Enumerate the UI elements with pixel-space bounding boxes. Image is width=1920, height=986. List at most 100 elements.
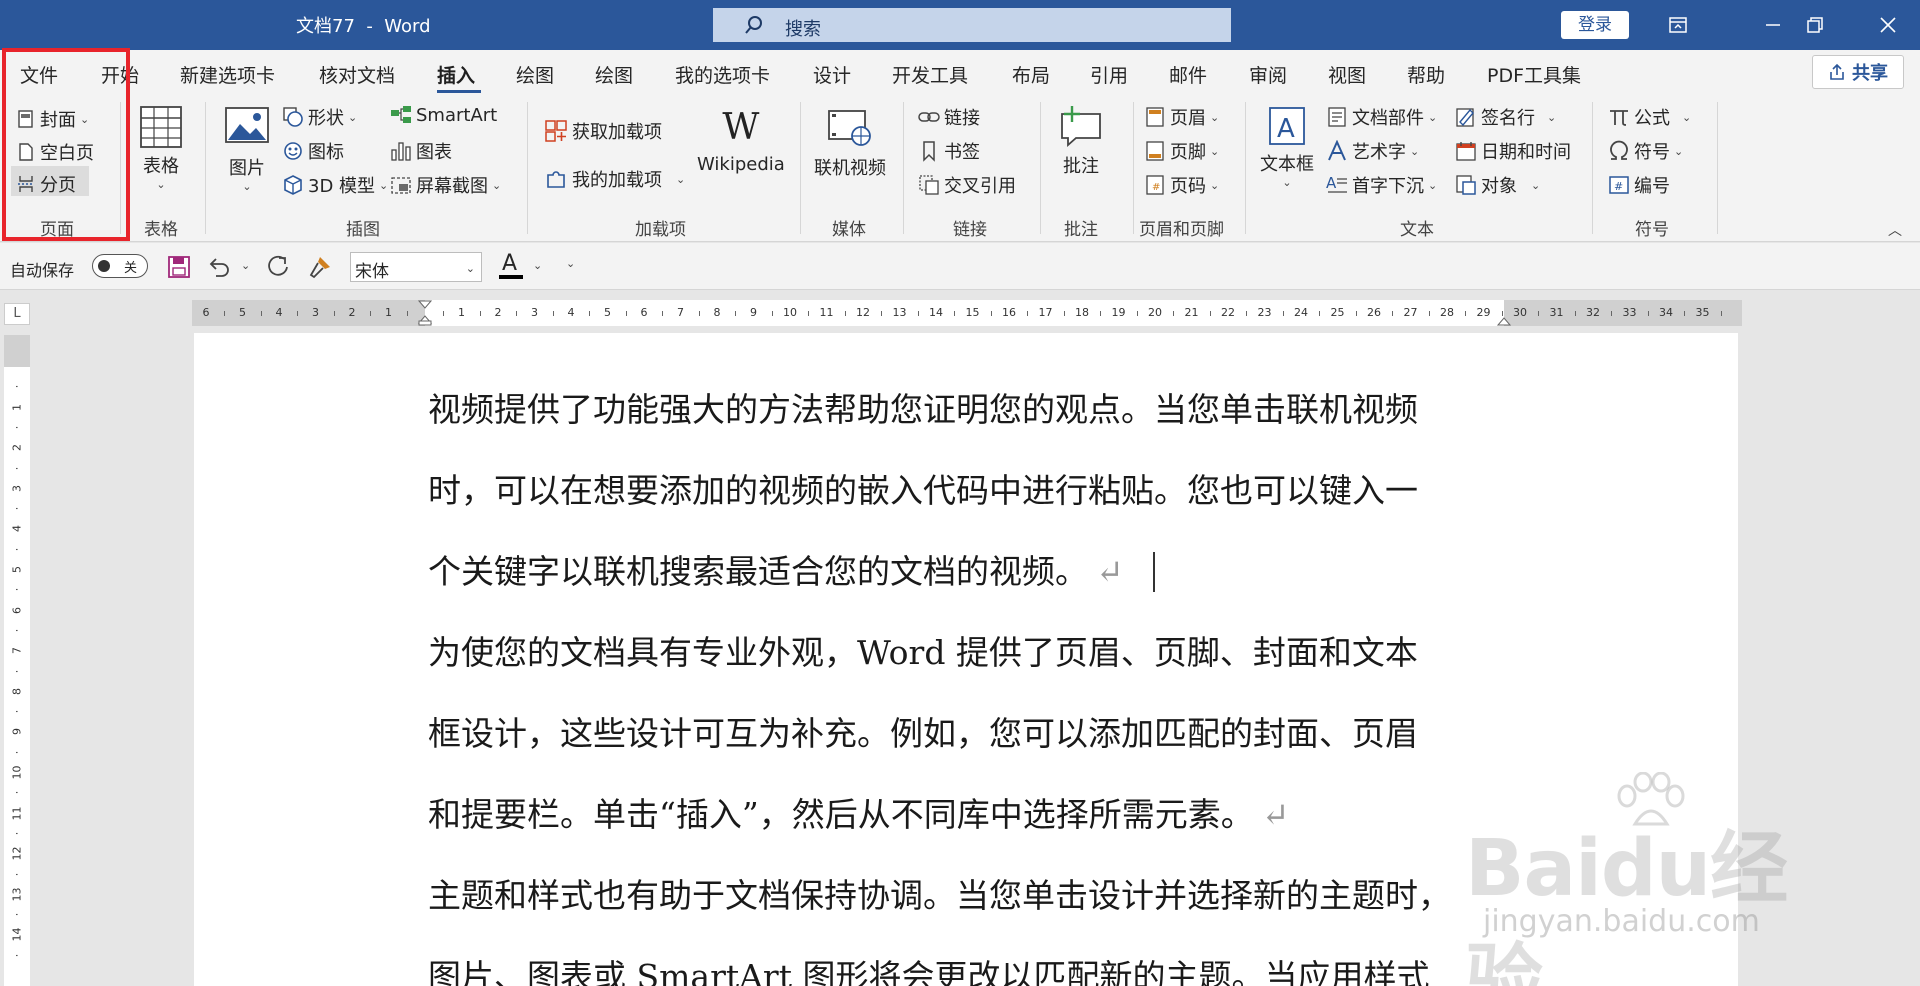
- chart-button[interactable]: 图表: [390, 138, 452, 164]
- document-line[interactable]: 为使您的文档具有专业外观，Word 提供了页眉、页脚、封面和文本: [428, 626, 1418, 674]
- tab-design[interactable]: 设计: [813, 61, 851, 88]
- ruler-number: 15: [965, 306, 980, 319]
- share-button[interactable]: 共享: [1812, 55, 1904, 89]
- bookmark-button[interactable]: 书签: [918, 138, 980, 164]
- page-number-button[interactable]: # 页码 ⌄: [1144, 172, 1219, 198]
- pictures-button[interactable]: 图片 ⌄: [224, 106, 270, 193]
- document-line[interactable]: 框设计，这些设计可互为补充。例如，您可以添加匹配的封面、页眉: [428, 707, 1418, 755]
- bar-chart-icon: [391, 142, 411, 161]
- document-line[interactable]: 图片、图表或 SmartArt 图形将会更改以匹配新的主题。当应用样式: [428, 950, 1429, 986]
- ribbon-display-options-button[interactable]: [1650, 0, 1706, 50]
- vertical-ruler[interactable]: · 1 · 2 · 3 · 4 · 5 · 6 · 7 · 8 · 9 · 10 · 11 · 12 · 13 · 14 ·: [4, 335, 30, 986]
- autosave-toggle[interactable]: 关: [92, 254, 148, 278]
- ruler-tick: [1428, 311, 1430, 316]
- document-line[interactable]: 个关键字以联机搜索最适合您的文档的视频。 ↵: [428, 545, 1124, 593]
- ruler-number: 16: [1002, 306, 1016, 319]
- active-tab-indicator: [437, 90, 481, 93]
- cross-reference-button[interactable]: 交叉引用: [918, 172, 1016, 198]
- document-line[interactable]: 主题和样式也有助于文档保持协调。当您单击设计并选择新的主题时，: [428, 869, 1451, 917]
- group-label-header-footer: 页眉和页脚: [1139, 220, 1224, 240]
- quick-parts-button[interactable]: 文档部件 ⌄: [1326, 104, 1437, 130]
- drop-cap-button[interactable]: A 首字下沉 ⌄: [1326, 172, 1437, 198]
- table-button[interactable]: 表格 ⌄: [138, 104, 184, 191]
- comment-button[interactable]: 批注: [1058, 104, 1104, 178]
- tab-proofing[interactable]: 核对文档: [319, 61, 395, 88]
- quick-access-toolbar: 自动保存 关 ⌄ 宋体 ⌄ A ⌄ ⌄: [0, 243, 1920, 290]
- ruler-number: 5: [239, 306, 246, 319]
- equation-button[interactable]: 公式 ⌄: [1608, 104, 1691, 130]
- collapse-ribbon-icon[interactable]: ︿: [1888, 220, 1902, 240]
- title-bar: 文档77 - Word 搜索 登录: [0, 0, 1920, 50]
- shapes-button[interactable]: 形状 ⌄: [282, 104, 357, 130]
- font-color-dropdown-icon[interactable]: ⌄: [533, 259, 542, 272]
- ruler-tick: [1355, 311, 1357, 316]
- text-box-button[interactable]: A 文本框 ⌄: [1260, 106, 1314, 189]
- object-button[interactable]: 对象 ⌄: [1455, 172, 1540, 198]
- number-button[interactable]: # 编号: [1608, 172, 1670, 198]
- tab-references[interactable]: 引用: [1090, 61, 1128, 88]
- symbol-button[interactable]: 符号 ⌄: [1608, 138, 1683, 164]
- ribbon-insert: 封面 ⌄ 空白页 分页 页面 表格 ⌄ 表格 图片 ⌄ 形状 ⌄ 图标 3D 模型 ⌄…: [0, 96, 1920, 242]
- tab-review[interactable]: 审阅: [1249, 61, 1287, 88]
- redo-icon[interactable]: [266, 255, 290, 279]
- login-button[interactable]: 登录: [1561, 11, 1629, 39]
- wordart-button[interactable]: 艺术字 ⌄: [1326, 138, 1419, 164]
- tab-insert[interactable]: 插入: [437, 61, 475, 88]
- ruler-tick: [1063, 311, 1065, 316]
- undo-icon[interactable]: [208, 255, 232, 279]
- 3d-models-button[interactable]: 3D 模型 ⌄: [282, 172, 388, 198]
- get-addins-button[interactable]: 获取加载项: [544, 118, 662, 144]
- tab-selector[interactable]: L: [4, 303, 30, 325]
- my-addins-button[interactable]: 我的加载项 ⌄: [544, 166, 685, 192]
- tab-developer[interactable]: 开发工具: [892, 61, 968, 88]
- right-indent-marker-icon[interactable]: [1497, 300, 1511, 326]
- group-separator: [527, 102, 528, 234]
- icons-button[interactable]: 图标: [282, 138, 344, 164]
- signature-line-button[interactable]: 签名行 ⌄: [1455, 104, 1556, 130]
- indent-marker-icon[interactable]: [418, 300, 432, 326]
- restore-button[interactable]: [1787, 0, 1843, 50]
- font-name-select[interactable]: 宋体 ⌄: [350, 252, 482, 282]
- close-button[interactable]: [1860, 0, 1916, 50]
- tab-view[interactable]: 视图: [1328, 61, 1366, 88]
- search-input[interactable]: 搜索: [713, 8, 1231, 42]
- tab-draw[interactable]: 绘图: [516, 61, 554, 88]
- ruler-tick: [333, 311, 335, 316]
- ruler-number: 17: [1038, 306, 1053, 319]
- customize-toolbar-icon[interactable]: ⌄: [566, 257, 575, 270]
- undo-dropdown-icon[interactable]: ⌄: [241, 259, 250, 272]
- autosave-label: 自动保存: [10, 261, 75, 280]
- online-video-button[interactable]: 联机视频: [814, 108, 886, 180]
- document-line[interactable]: 视频提供了功能强大的方法帮助您证明您的观点。当您单击联机视频: [428, 383, 1418, 431]
- document-line[interactable]: 和提要栏。单击“插入”，然后从不同库中选择所需元素。 ↵: [428, 788, 1289, 836]
- group-label-symbols: 符号: [1635, 220, 1669, 240]
- tab-help[interactable]: 帮助: [1407, 61, 1445, 88]
- tab-my-tab[interactable]: 我的选项卡: [675, 61, 770, 88]
- tab-layout[interactable]: 布局: [1012, 61, 1050, 88]
- group-label-links: 链接: [953, 220, 987, 240]
- ruler-number: 25: [1330, 306, 1345, 319]
- smartart-button[interactable]: SmartArt: [390, 104, 497, 126]
- date-time-button[interactable]: 日期和时间: [1455, 138, 1571, 164]
- ruler-tick: [443, 311, 445, 316]
- footer-button[interactable]: 页脚 ⌄: [1144, 138, 1219, 164]
- ruler-top-margin: [4, 335, 30, 367]
- font-color-button[interactable]: A: [497, 251, 525, 281]
- format-painter-icon[interactable]: [308, 255, 332, 279]
- group-label-addins: 加载项: [635, 220, 686, 240]
- tab-pdf-tools[interactable]: PDF工具集: [1487, 61, 1581, 88]
- wikipedia-button[interactable]: W Wikipedia: [697, 108, 785, 176]
- horizontal-ruler[interactable]: 6 5 4 3 2 1 1 2 3 4 5 6 7 8 9 10 11 12 13 14 15 16 17 18 19 20 21 2…: [192, 300, 1742, 326]
- ruler-number: 3: [531, 306, 538, 319]
- tab-draw-2[interactable]: 绘图: [595, 61, 633, 88]
- link-button[interactable]: 链接: [918, 104, 980, 130]
- header-button[interactable]: 页眉 ⌄: [1144, 104, 1219, 130]
- tab-new-tab[interactable]: 新建选项卡: [180, 61, 275, 88]
- tab-mailings[interactable]: 邮件: [1169, 61, 1207, 88]
- ruler-number: 4: [275, 306, 283, 319]
- screenshot-button[interactable]: 屏幕截图 ⌄: [390, 172, 501, 198]
- save-icon[interactable]: [167, 255, 191, 279]
- document-line[interactable]: 时，可以在想要添加的视频的嵌入代码中进行粘贴。您也可以键入一: [428, 464, 1418, 512]
- svg-text:A: A: [1277, 114, 1295, 144]
- ruler-tick: [297, 311, 299, 316]
